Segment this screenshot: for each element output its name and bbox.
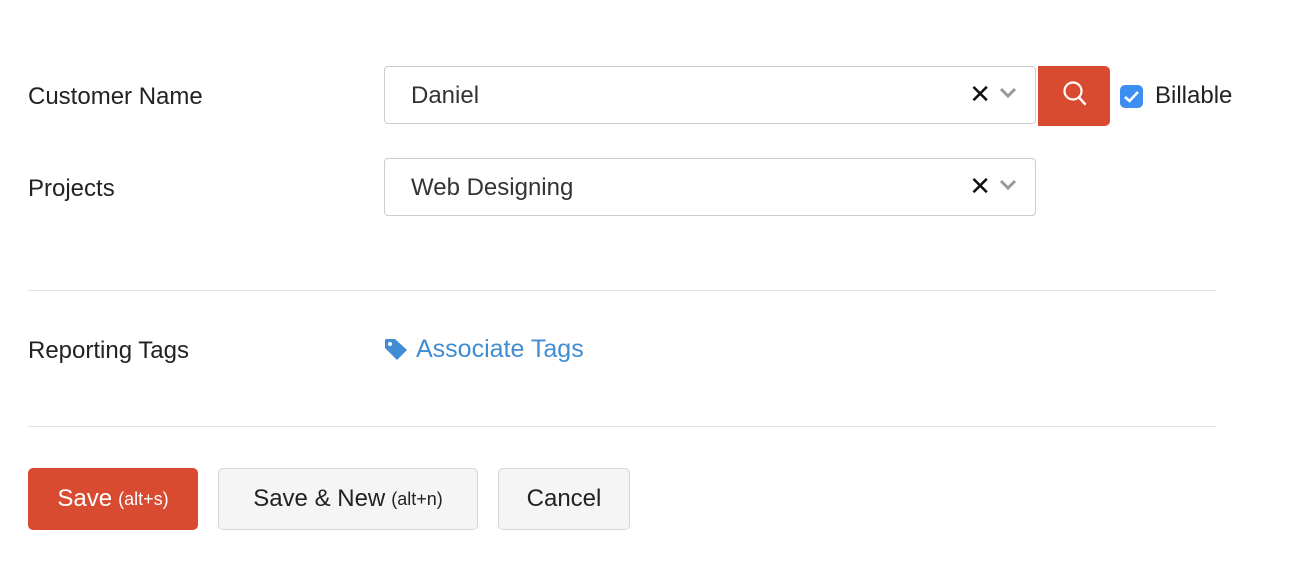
customer-name-value: Daniel [411, 82, 480, 109]
checkbox[interactable] [1120, 84, 1143, 108]
projects-value: Web Designing [411, 174, 574, 201]
projects-label: Projects [28, 175, 115, 202]
save-shortcut: (alt+s) [118, 488, 169, 509]
save-label: Save [57, 485, 113, 512]
check-icon [1124, 90, 1139, 103]
save-and-new-button[interactable]: Save & New (alt+n) [218, 468, 478, 530]
divider [28, 290, 1216, 291]
divider [28, 426, 1216, 427]
chevron-down-icon[interactable] [999, 179, 1017, 191]
cancel-button[interactable]: Cancel [498, 468, 630, 530]
cancel-label: Cancel [526, 485, 602, 512]
save-button[interactable]: Save (alt+s) [28, 468, 198, 530]
billable-label: Billable [1155, 82, 1233, 109]
customer-search-button[interactable] [1038, 66, 1110, 126]
customer-name-label: Customer Name [28, 83, 203, 110]
associate-tags-link[interactable]: Associate Tags [384, 335, 584, 364]
chevron-down-icon[interactable] [999, 87, 1017, 99]
search-icon [1063, 81, 1087, 106]
close-icon[interactable]: ✕ [969, 80, 991, 108]
projects-select[interactable]: Web Designing ✕ [384, 158, 1036, 216]
reporting-tags-label: Reporting Tags [28, 337, 189, 364]
close-icon[interactable]: ✕ [969, 172, 991, 200]
save-new-label: Save & New [253, 485, 386, 512]
customer-name-select[interactable]: Daniel ✕ [384, 66, 1036, 124]
tag-icon [385, 338, 407, 360]
billable-checkbox[interactable]: Billable [1120, 82, 1232, 110]
associate-tags-label: Associate Tags [416, 335, 584, 363]
save-new-shortcut: (alt+n) [391, 488, 443, 509]
